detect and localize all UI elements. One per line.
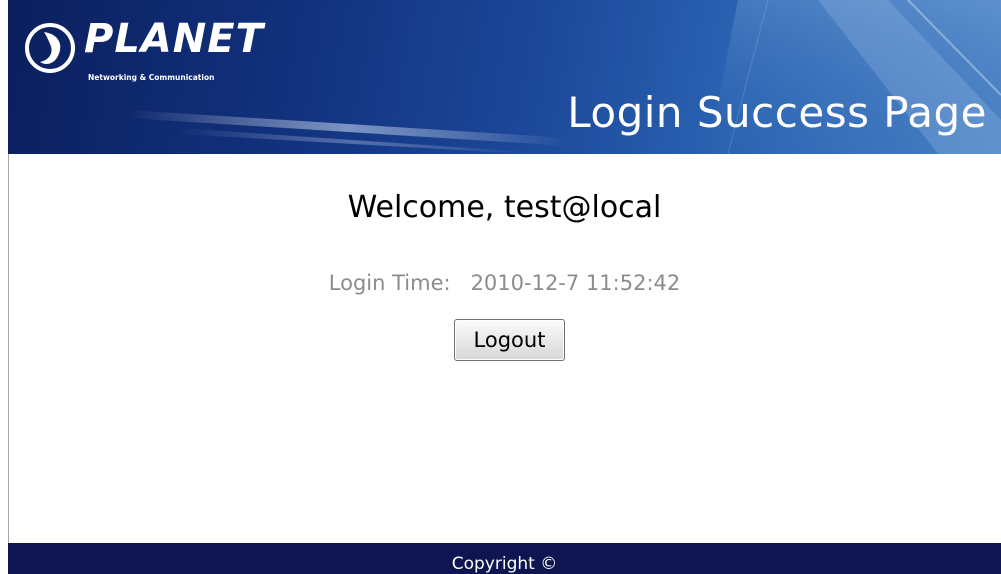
footer-bar: Copyright © [8,543,1001,574]
planet-globe-icon [25,23,75,73]
logo-wordmark: PLANET [84,16,264,62]
copyright-text: Copyright © [451,554,558,574]
planet-logo: PLANET Networking & Communication [24,16,264,90]
logout-button[interactable]: Logout [454,319,565,361]
login-time-label: Login Time: [328,271,451,295]
page-title: Login Success Page [567,88,987,137]
login-time-value: 2010-12-7 11:52:42 [470,271,681,295]
page: PLANET Networking & Communication Login … [0,0,1001,574]
logo-tagline: Networking & Communication [88,73,215,82]
header-banner: PLANET Networking & Communication Login … [8,0,1001,154]
login-time-row: Login Time: 2010-12-7 11:52:42 [8,271,1001,295]
welcome-message: Welcome, test@local [347,190,662,225]
